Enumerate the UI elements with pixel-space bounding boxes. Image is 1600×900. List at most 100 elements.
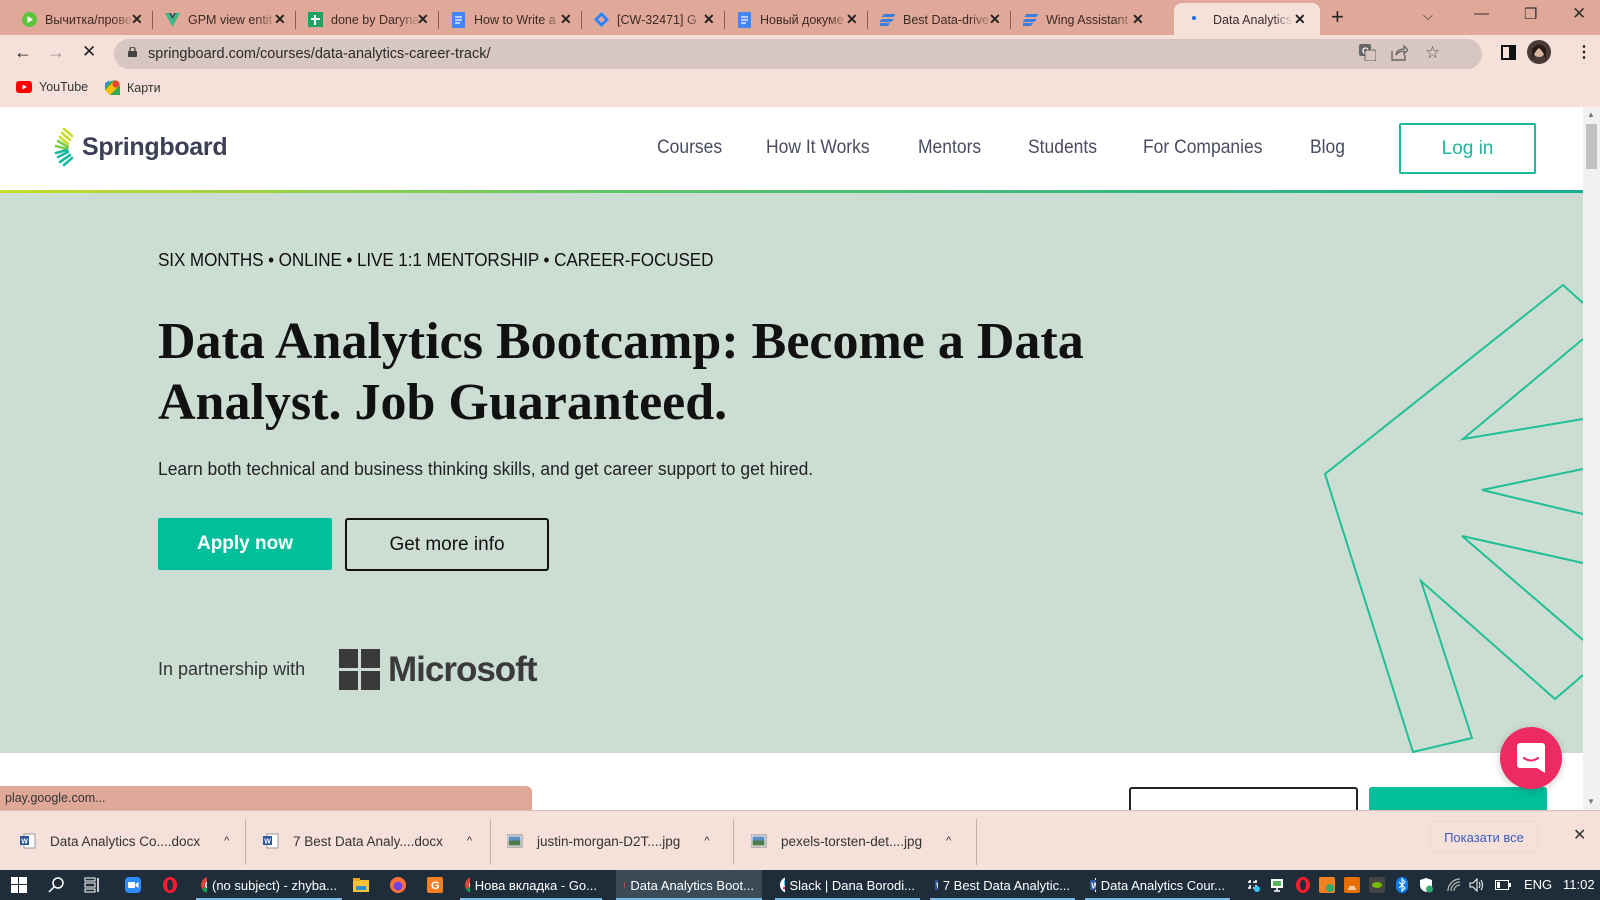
menu-icon[interactable]: ⋮ (1576, 42, 1592, 62)
chevron-up-icon[interactable]: ^ (224, 835, 229, 847)
nav-for-companies[interactable]: For Companies (1143, 137, 1262, 159)
chat-launcher-button[interactable] (1500, 727, 1562, 789)
download-item[interactable]: W 7 Best Data Analy....docx ^ (263, 811, 472, 871)
taskbar-app-chrome-active[interactable]: Data Analytics Boot... (616, 870, 762, 900)
microsoft-logo: Microsoft (339, 649, 537, 690)
page-scrollbar[interactable]: ▲ ▼ (1583, 107, 1600, 810)
nav-courses[interactable]: Courses (657, 137, 722, 159)
word-icon: W (1090, 878, 1096, 892)
word-file-icon: W (263, 833, 279, 849)
chevron-up-icon[interactable]: ^ (704, 835, 709, 847)
profile-avatar[interactable] (1527, 40, 1551, 69)
nvidia-icon[interactable] (1368, 876, 1386, 894)
taskbar-app-slack[interactable]: Slack | Dana Borodi... (775, 870, 920, 900)
close-tab-icon[interactable]: ✕ (560, 11, 572, 28)
browser-tab[interactable]: Wing Assistant ✕ (1001, 5, 1154, 35)
firefox-icon[interactable] (389, 876, 407, 894)
windows-start-icon[interactable] (10, 876, 28, 894)
login-button[interactable]: Log in (1399, 123, 1536, 174)
sheets-icon (308, 12, 323, 27)
close-downloads-button[interactable]: ✕ (1573, 825, 1586, 845)
scroll-down-arrow[interactable]: ▼ (1587, 797, 1595, 806)
chat-icon (1517, 743, 1545, 773)
svg-text:W: W (936, 882, 938, 891)
side-panel-icon[interactable] (1501, 45, 1516, 65)
bookmark-label: YouTube (39, 80, 89, 94)
language-indicator[interactable]: ENG (1524, 877, 1552, 892)
close-tab-icon[interactable]: ✕ (1294, 11, 1306, 28)
forward-button[interactable]: → (47, 42, 65, 63)
share-icon[interactable] (1391, 44, 1409, 66)
network-monitor-icon[interactable] (1268, 876, 1286, 894)
restore-button[interactable]: ❐ (1524, 5, 1537, 23)
stop-loading-button[interactable]: ✕ (82, 42, 96, 62)
close-tab-icon[interactable]: ✕ (274, 11, 286, 28)
foxit-icon[interactable]: G (426, 876, 444, 894)
bookmark-maps[interactable]: Карти (105, 80, 161, 95)
browser-tab[interactable]: Вычитка/прове ✕ (0, 5, 153, 35)
taskbar-app-label: (no subject) - zhyba... (212, 877, 337, 893)
close-tab-icon[interactable]: ✕ (703, 11, 715, 28)
browser-tab[interactable]: Новый докуме ✕ (715, 5, 868, 35)
close-tab-icon[interactable]: ✕ (131, 11, 143, 28)
hero-section: SIX MONTHS • ONLINE • LIVE 1:1 MENTORSHI… (0, 193, 1583, 753)
scroll-thumb[interactable] (1586, 124, 1597, 169)
slack-tray-icon[interactable] (1244, 876, 1262, 894)
taskbar-app-chrome-newtab[interactable]: Нова вкладка - Go... (460, 870, 602, 900)
browser-tab-active[interactable]: Data Analytics ✕ (1174, 3, 1320, 35)
primary-cta-button[interactable] (1369, 787, 1547, 810)
taskbar-app-chrome-mail[interactable]: (no subject) - zhyba... (196, 870, 342, 900)
close-window-button[interactable]: ✕ (1572, 4, 1586, 24)
download-item[interactable]: pexels-torsten-det....jpg ^ (751, 811, 951, 871)
back-button[interactable]: ← (14, 42, 32, 63)
chevron-up-icon[interactable]: ^ (946, 835, 951, 847)
show-all-downloads-button[interactable]: Показати все (1430, 821, 1538, 853)
bookmark-star-icon[interactable]: ☆ (1425, 43, 1440, 63)
jira-icon (594, 12, 609, 27)
secondary-cta-button[interactable] (1129, 787, 1358, 810)
nav-how-it-works[interactable]: How It Works (766, 137, 870, 159)
springboard-logo[interactable]: Springboard (54, 127, 228, 167)
close-tab-icon[interactable]: ✕ (989, 11, 1001, 28)
bookmark-youtube[interactable]: YouTube (16, 80, 88, 94)
browser-tab[interactable]: Best Data-drive ✕ (858, 5, 1011, 35)
nav-mentors[interactable]: Mentors (918, 137, 981, 159)
scroll-up-arrow[interactable]: ▲ (1587, 110, 1595, 119)
browser-tab[interactable]: GPM view entit ✕ (143, 5, 296, 35)
bluetooth-icon[interactable] (1393, 876, 1411, 894)
zoom-app-icon[interactable] (124, 876, 142, 894)
file-explorer-icon[interactable] (352, 876, 370, 894)
foxit-update-icon[interactable] (1318, 876, 1336, 894)
opera-tray-icon[interactable] (1294, 876, 1312, 894)
close-tab-icon[interactable]: ✕ (846, 11, 858, 28)
browser-tab[interactable]: How to Write a ✕ (429, 5, 582, 35)
taskbar-app-word-2[interactable]: W Data Analytics Cour... (1085, 870, 1230, 900)
minimize-button[interactable]: — (1474, 5, 1489, 22)
task-view-icon[interactable] (83, 876, 101, 894)
browser-tab[interactable]: done by Daryna ✕ (286, 5, 439, 35)
address-bar[interactable]: springboard.com/courses/data-analytics-c… (114, 39, 1482, 69)
nav-blog[interactable]: Blog (1310, 137, 1345, 159)
clock[interactable]: 11:02 (1563, 877, 1595, 892)
windows-security-icon[interactable] (1417, 876, 1435, 894)
url-text[interactable]: springboard.com/courses/data-analytics-c… (148, 46, 491, 62)
wifi-icon[interactable] (1445, 876, 1463, 894)
java-icon[interactable] (1343, 876, 1361, 894)
get-more-info-button[interactable]: Get more info (345, 518, 549, 571)
volume-icon[interactable] (1468, 876, 1486, 894)
nav-students[interactable]: Students (1028, 137, 1097, 159)
download-item[interactable]: justin-morgan-D2T....jpg ^ (507, 811, 709, 871)
taskbar-app-word-1[interactable]: W 7 Best Data Analytic... (930, 870, 1075, 900)
opera-icon[interactable] (161, 876, 179, 894)
chevron-up-icon[interactable]: ^ (467, 835, 472, 847)
translate-icon[interactable]: G (1359, 44, 1377, 66)
download-item[interactable]: W Data Analytics Co....docx ^ (20, 811, 229, 871)
apply-now-button[interactable]: Apply now (158, 518, 332, 570)
tab-search-icon[interactable]: ⌵ (1423, 8, 1433, 24)
battery-icon[interactable] (1494, 876, 1512, 894)
browser-tab[interactable]: [CW-32471] G ✕ (572, 5, 725, 35)
search-icon[interactable] (47, 876, 65, 894)
new-tab-button[interactable]: + (1331, 4, 1344, 30)
close-tab-icon[interactable]: ✕ (417, 11, 429, 28)
close-tab-icon[interactable]: ✕ (1132, 11, 1144, 28)
